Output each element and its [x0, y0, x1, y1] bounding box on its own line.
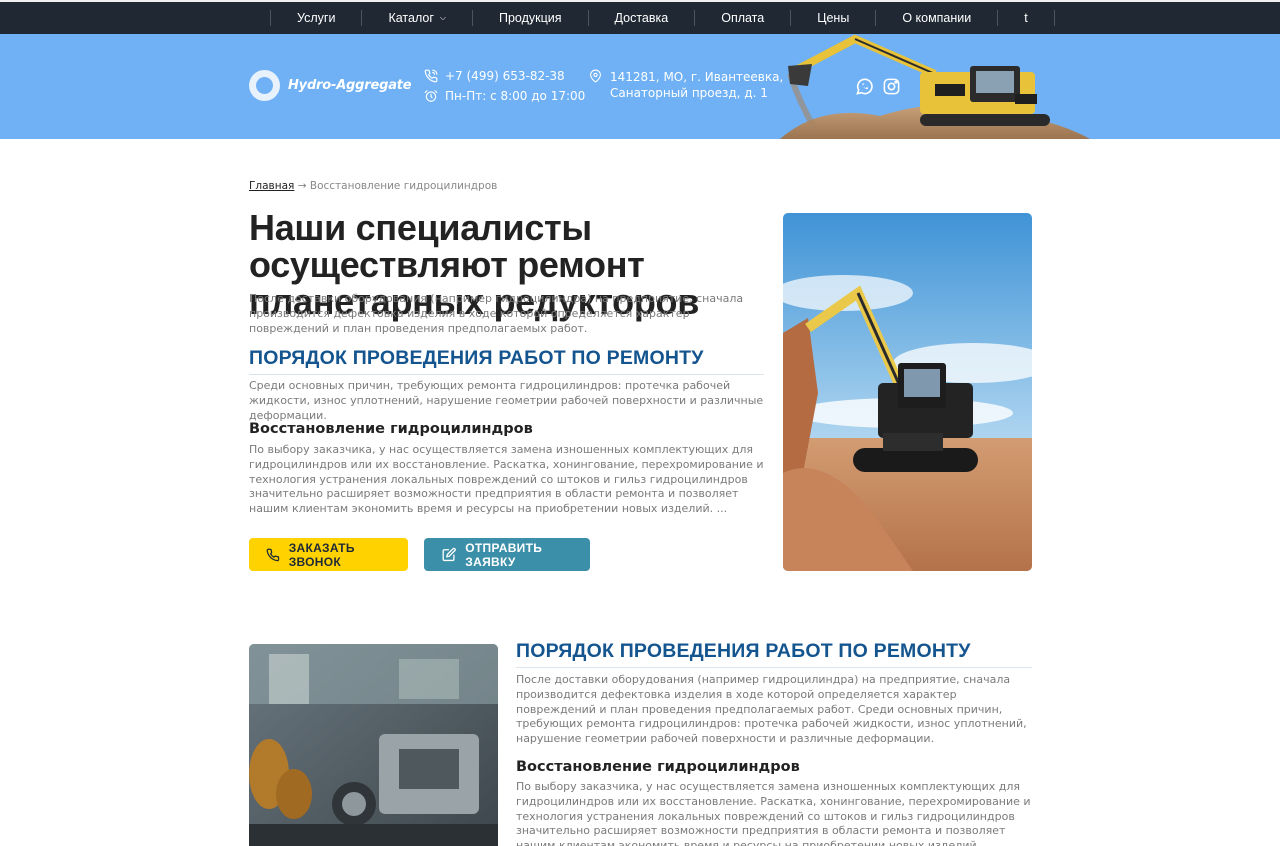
order-call-label: ЗАКАЗАТЬ ЗВОНОК — [288, 540, 355, 569]
site-header: Hydro-Aggregate +7 (499) 653-82-38 Пн-Пт… — [0, 34, 1280, 139]
nav-items: Услуги Каталог ⌵ Продукция Доставка Оплат… — [270, 2, 1055, 34]
nav-item-label: Оплата — [721, 11, 765, 25]
section-paragraph: Среди основных причин, требующих ремонта… — [249, 379, 764, 422]
nav-item-delivery[interactable]: Доставка — [587, 10, 695, 26]
second-section-paragraph: После доставки оборудования (например ги… — [516, 673, 1027, 746]
nav-item-label: t — [1024, 11, 1028, 25]
subsection-paragraph: По выбору заказчика, у нас осуществляетс… — [249, 443, 764, 516]
address-line-2: Санаторный проезд, д. 1 — [610, 86, 768, 100]
edit-icon — [442, 547, 456, 562]
breadcrumb: Главная → Восстановление гидроцилиндров — [249, 180, 497, 192]
second-subsection-paragraph: По выбору заказчика, у нас осуществляетс… — [516, 780, 1031, 846]
excavator-photo — [783, 213, 1032, 571]
nav-item-label: О компании — [902, 11, 972, 25]
excavator-header-image — [780, 34, 1090, 139]
workshop-photo — [249, 644, 498, 846]
address-line-1: 141281, МО, г. Ивантеевка, — [610, 70, 784, 84]
order-call-button[interactable]: ЗАКАЗАТЬ ЗВОНОК — [249, 538, 408, 571]
nav-item-catalog[interactable]: Каталог ⌵ — [361, 10, 472, 26]
section-title: ПОРЯДОК ПРОВЕДЕНИЯ РАБОТ ПО РЕМОНТУ — [249, 347, 764, 375]
breadcrumb-separator: → — [297, 180, 307, 192]
nav-item-label: Цены — [817, 11, 850, 25]
nav-item-services[interactable]: Услуги — [270, 10, 361, 26]
logo[interactable]: Hydro-Aggregate — [249, 70, 412, 101]
alarm-clock-icon — [424, 90, 438, 102]
work-hours: Пн-Пт: с 8:00 до 17:00 — [445, 89, 586, 103]
subsection-title: Восстановление гидроцилиндров — [249, 421, 533, 437]
second-subsection-title: Восстановление гидроцилиндров — [516, 759, 800, 775]
chevron-down-icon: ⌵ — [439, 13, 446, 22]
nav-item-about[interactable]: О компании — [875, 10, 997, 26]
contact-phone-block: +7 (499) 653-82-38 Пн-Пт: с 8:00 до 17:0… — [424, 66, 585, 106]
breadcrumb-current: Восстановление гидроцилиндров — [309, 180, 498, 192]
phone-icon — [266, 548, 280, 561]
breadcrumb-home-link[interactable]: Главная — [249, 180, 294, 192]
nav-item-t[interactable]: t — [997, 10, 1055, 26]
location-pin-icon — [590, 69, 601, 83]
logo-mark-icon — [249, 70, 280, 101]
phone-link[interactable]: +7 (499) 653-82-38 — [445, 69, 565, 83]
logo-text: Hydro-Aggregate — [288, 78, 412, 93]
top-nav: Услуги Каталог ⌵ Продукция Доставка Оплат… — [0, 0, 1280, 34]
second-section-title: ПОРЯДОК ПРОВЕДЕНИЯ РАБОТ ПО РЕМОНТУ — [516, 640, 1032, 668]
nav-item-products[interactable]: Продукция — [471, 10, 588, 26]
address-block: 141281, МО, г. Ивантеевка, Санаторный пр… — [589, 69, 783, 101]
send-request-button[interactable]: ОТПРАВИТЬ ЗАЯВКУ — [424, 538, 590, 571]
nav-item-label: Каталог — [388, 11, 434, 25]
nav-item-label: Доставка — [614, 11, 669, 25]
nav-item-label: Услуги — [297, 11, 336, 25]
nav-item-label: Продукция — [498, 11, 562, 25]
nav-item-prices[interactable]: Цены — [790, 10, 875, 26]
nav-item-payment[interactable]: Оплата — [694, 10, 790, 26]
intro-paragraph: После доставки оборудования (например ги… — [249, 292, 744, 335]
send-request-label: ОТПРАВИТЬ ЗАЯВКУ — [465, 540, 543, 569]
phone-icon — [424, 69, 438, 83]
